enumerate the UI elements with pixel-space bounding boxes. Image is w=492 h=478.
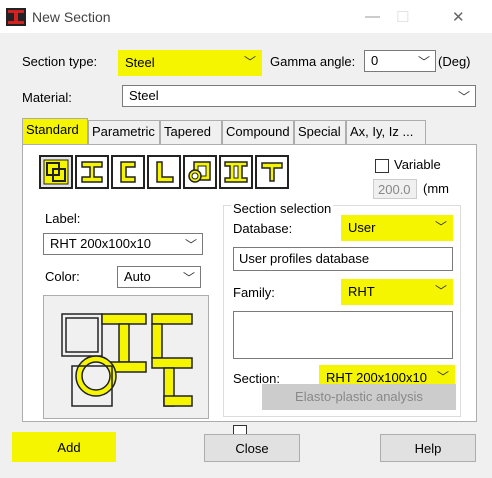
chevron-down-icon: ﹀ bbox=[457, 90, 470, 104]
tube-shape-icon bbox=[188, 161, 211, 183]
chevron-down-icon: ﹀ bbox=[182, 271, 195, 285]
chevron-down-icon: ﹀ bbox=[434, 284, 447, 298]
database-label: Database: bbox=[233, 221, 293, 236]
database-select[interactable]: User ﹀ bbox=[341, 215, 453, 241]
channel-shape-button[interactable] bbox=[111, 155, 145, 189]
composite-shape-icon bbox=[43, 159, 69, 185]
material-select[interactable]: Steel ﹀ bbox=[122, 85, 476, 107]
color-label: Color: bbox=[45, 269, 80, 284]
tee-shape-icon bbox=[261, 162, 283, 182]
variable-value-input: 200.0 bbox=[373, 179, 417, 199]
material-label: Material: bbox=[22, 90, 72, 105]
section-type-label: Section type: bbox=[22, 54, 98, 69]
composite-shape-button[interactable] bbox=[39, 155, 73, 189]
minimize-button[interactable]: — bbox=[365, 8, 380, 25]
new-section-dialog: Section type: Steel ﹀ Gamma angle: 0 ﹀ (De… bbox=[0, 34, 492, 478]
chevron-down-icon: ﹀ bbox=[436, 370, 449, 384]
tube-shape-button[interactable] bbox=[183, 155, 217, 189]
section-preview bbox=[43, 295, 209, 419]
color-select[interactable]: Auto ﹀ bbox=[117, 266, 201, 288]
gamma-angle-select[interactable]: 0 ﹀ bbox=[364, 50, 436, 72]
close-button[interactable]: Close bbox=[204, 434, 300, 462]
family-description bbox=[233, 311, 453, 359]
variable-label: Variable bbox=[394, 157, 441, 172]
double-i-shape-icon bbox=[224, 161, 248, 183]
tab-parametric[interactable]: Parametric bbox=[88, 120, 160, 144]
gamma-unit: (Deg) bbox=[438, 54, 471, 69]
elasto-plastic-analysis-button: Elasto-plastic analysis bbox=[262, 384, 456, 410]
tab-special[interactable]: Special bbox=[294, 120, 346, 144]
tab-ax-iy-iz[interactable]: Ax, Iy, Iz ... bbox=[346, 120, 426, 144]
chevron-down-icon: ﹀ bbox=[434, 220, 447, 234]
close-window-button[interactable]: ✕ bbox=[452, 8, 465, 26]
tee-shape-button[interactable] bbox=[255, 155, 289, 189]
chevron-down-icon: ﹀ bbox=[417, 55, 430, 69]
section-type-select[interactable]: Steel ﹀ bbox=[118, 50, 262, 76]
channel-shape-icon bbox=[120, 161, 136, 183]
i-shape-icon bbox=[81, 161, 103, 183]
window-title: New Section bbox=[32, 9, 111, 25]
angle-shape-icon bbox=[156, 161, 174, 183]
variable-checkbox[interactable] bbox=[375, 159, 389, 173]
database-description: User profiles database bbox=[233, 247, 453, 271]
family-label: Family: bbox=[233, 285, 275, 300]
i-shape-button[interactable] bbox=[75, 155, 109, 189]
tab-tapered[interactable]: Tapered bbox=[160, 120, 222, 144]
i-beam-icon bbox=[6, 8, 26, 26]
family-select[interactable]: RHT ﹀ bbox=[341, 279, 453, 305]
title-bar: New Section — ☐ ✕ bbox=[0, 0, 492, 34]
label-field-label: Label: bbox=[45, 211, 81, 226]
angle-shape-button[interactable] bbox=[147, 155, 181, 189]
label-select[interactable]: RHT 200x100x10 ﹀ bbox=[43, 233, 203, 255]
chevron-down-icon: ﹀ bbox=[184, 238, 197, 252]
maximize-button: ☐ bbox=[396, 9, 410, 26]
section-selection-title: Section selection bbox=[231, 201, 334, 216]
tab-standard[interactable]: Standard bbox=[22, 118, 88, 144]
gamma-angle-label: Gamma angle: bbox=[270, 54, 356, 69]
section-shapes-preview-icon bbox=[61, 313, 193, 407]
help-button[interactable]: Help bbox=[380, 434, 476, 462]
add-button[interactable]: Add bbox=[24, 434, 114, 462]
tab-compound[interactable]: Compound bbox=[222, 120, 294, 144]
standard-tab-panel: Variable 200.0 (mm Label: RHT 200x100x10… bbox=[22, 144, 477, 439]
chevron-down-icon: ﹀ bbox=[243, 55, 256, 69]
double-i-shape-button[interactable] bbox=[219, 155, 253, 189]
variable-unit: (mm bbox=[423, 181, 449, 196]
